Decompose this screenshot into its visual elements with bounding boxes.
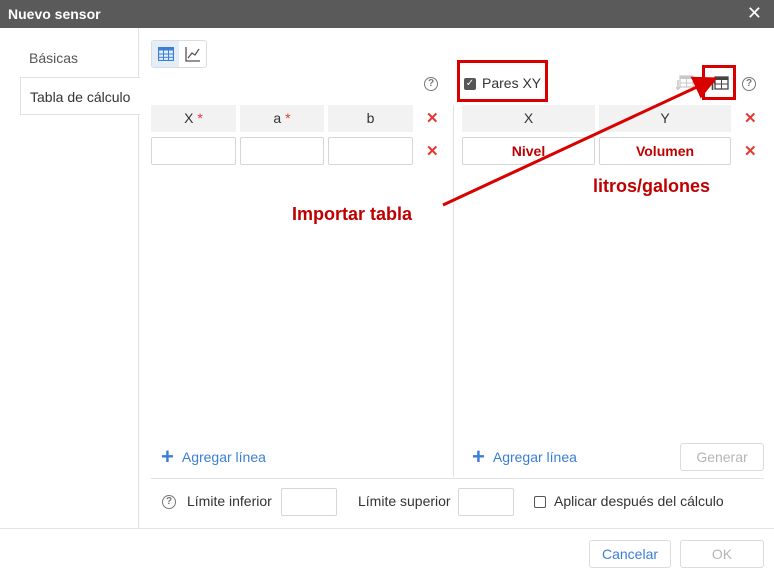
upper-limit-input[interactable] xyxy=(458,488,514,516)
help-icon[interactable]: ? xyxy=(162,495,176,509)
add-line-left-button[interactable]: + Agregar línea xyxy=(161,444,266,469)
add-line-right-button[interactable]: + Agregar línea xyxy=(472,444,577,469)
cancel-button[interactable]: Cancelar xyxy=(589,540,671,568)
generate-button[interactable]: Generar xyxy=(680,443,764,471)
lower-limit-label: Límite inferior xyxy=(187,493,272,509)
plus-icon: + xyxy=(161,444,174,469)
apply-after-label: Aplicar después del cálculo xyxy=(554,493,724,509)
footer-divider xyxy=(0,528,774,529)
ok-button[interactable]: OK xyxy=(680,540,764,568)
plus-icon: + xyxy=(472,444,485,469)
annotation-arrow xyxy=(442,76,718,207)
apply-after-checkbox[interactable] xyxy=(534,496,546,508)
upper-limit-label: Límite superior xyxy=(358,493,451,509)
lower-limit-input[interactable] xyxy=(281,488,337,516)
import-annotation: Importar tabla xyxy=(292,204,413,224)
add-line-label: Agregar línea xyxy=(492,449,577,465)
add-line-label: Agregar línea xyxy=(181,449,266,465)
section-divider xyxy=(151,478,764,479)
